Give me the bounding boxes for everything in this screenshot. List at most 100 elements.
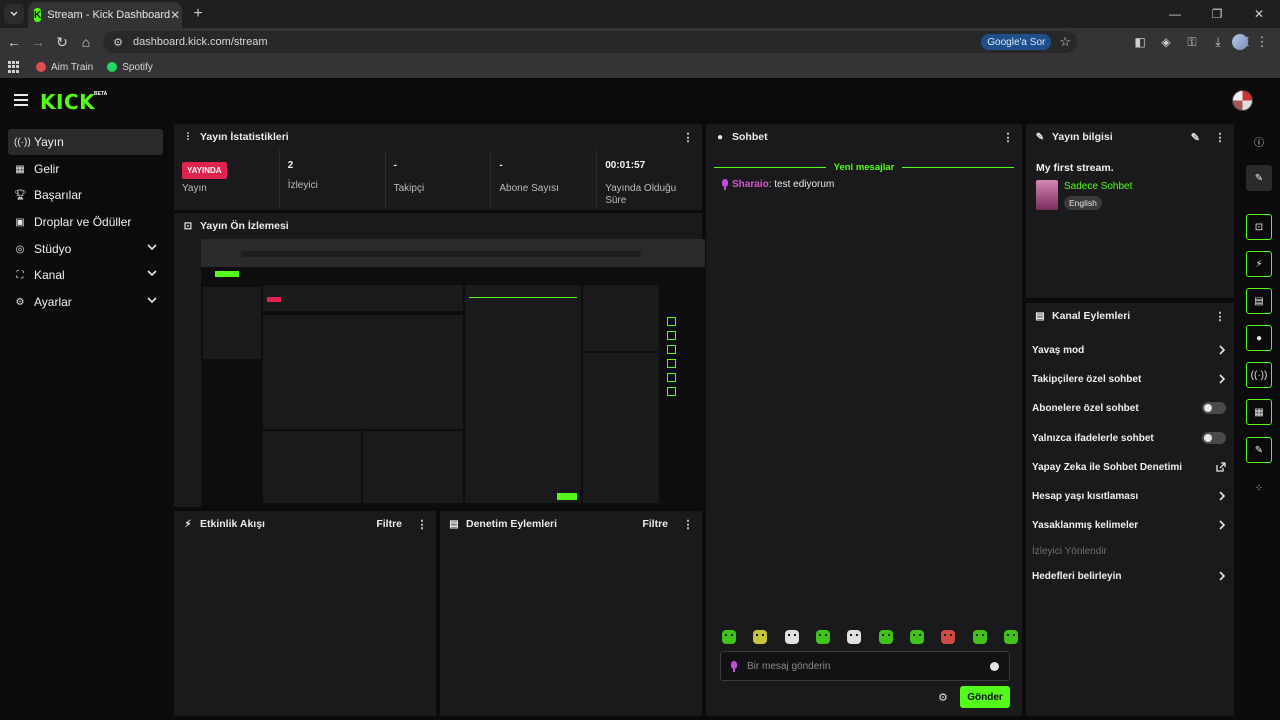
extensions-icon[interactable]: ◧ bbox=[1130, 32, 1150, 52]
more-options-icon[interactable]: ⋮ bbox=[1214, 131, 1226, 144]
user-avatar[interactable] bbox=[1232, 90, 1253, 111]
google-lens-chip[interactable]: Google'a Sor bbox=[981, 34, 1052, 50]
activity-widget-icon[interactable]: ⚡︎ bbox=[1246, 251, 1272, 277]
stream-info-panel: ✎ Yayın bilgisi ✎ ⋮ My first stream. Sad… bbox=[1026, 124, 1234, 298]
new-tab-button[interactable]: + bbox=[188, 4, 208, 24]
browser-menu-icon[interactable]: ⋮ bbox=[1252, 32, 1272, 52]
action-label: Yavaş mod bbox=[1032, 344, 1085, 356]
more-options-icon[interactable]: ⋮ bbox=[682, 518, 694, 531]
chevron-down-icon bbox=[147, 270, 157, 277]
chat-username[interactable]: Sharaio bbox=[732, 179, 769, 190]
sidebar-item-yayin[interactable]: ((·)) Yayın bbox=[8, 129, 163, 155]
subscribers-only-toggle[interactable] bbox=[1202, 402, 1226, 414]
emotes-only-toggle[interactable] bbox=[1202, 432, 1226, 444]
send-button[interactable]: Gönder bbox=[960, 686, 1010, 708]
chevron-right-icon bbox=[1219, 520, 1226, 530]
stat-viewers: 2 İzleyici bbox=[280, 150, 386, 208]
more-options-icon[interactable]: ⋮ bbox=[1214, 310, 1226, 323]
more-options-icon[interactable]: ⋮ bbox=[1002, 131, 1014, 144]
home-icon[interactable]: ⌂ bbox=[76, 32, 96, 52]
preview-url-bar bbox=[241, 251, 641, 257]
kick-favicon-icon: K bbox=[34, 8, 42, 22]
chat-input-box[interactable] bbox=[720, 651, 1010, 681]
site-info-icon[interactable]: ⚙ bbox=[111, 35, 125, 49]
sidebar-item-gelir[interactable]: ▦ Gelir bbox=[8, 156, 163, 182]
broadcast-widget-icon[interactable]: ((·)) bbox=[1246, 362, 1272, 388]
close-window-icon[interactable]: ✕ bbox=[1238, 0, 1280, 28]
emote-icon[interactable] bbox=[941, 630, 956, 644]
emote-icon[interactable] bbox=[878, 630, 893, 644]
action-account-age[interactable]: Hesap yaşı kısıtlaması bbox=[1032, 486, 1226, 506]
document-icon: ▤ bbox=[449, 518, 459, 530]
sidebar-item-kanal[interactable]: ⛶ Kanal bbox=[8, 262, 163, 288]
more-options-icon[interactable]: ⋮ bbox=[682, 131, 694, 144]
stream-category[interactable]: Sadece Sohbet bbox=[1064, 181, 1132, 192]
minimize-icon[interactable]: — bbox=[1154, 0, 1196, 28]
sidebar-item-studyo[interactable]: ◎ Stüdyo bbox=[8, 236, 163, 262]
emote-icon[interactable] bbox=[847, 630, 862, 644]
chat-settings-gear-icon[interactable]: ⚙ bbox=[938, 691, 948, 704]
edit-layout-icon[interactable]: ✎ bbox=[1246, 165, 1272, 191]
action-banned-words[interactable]: Yasaklanmış kelimeler bbox=[1032, 515, 1226, 535]
info-icon[interactable]: ⓘ bbox=[1246, 128, 1272, 154]
preview-widget-icon[interactable]: ⊡ bbox=[1246, 214, 1272, 240]
chat-widget-icon[interactable]: ● bbox=[1246, 325, 1272, 351]
sidebar-item-basarilar[interactable]: 🏆︎ Başarılar bbox=[8, 182, 163, 208]
channel-icon: ⛶ bbox=[16, 269, 24, 281]
download-icon[interactable]: ⤓ bbox=[1208, 32, 1228, 52]
mic-badge-icon bbox=[731, 660, 737, 672]
bookmark-aim-train[interactable]: Aim Train bbox=[36, 62, 93, 73]
stream-preview-video[interactable] bbox=[201, 239, 705, 507]
bookmark-label: Aim Train bbox=[51, 61, 94, 73]
apps-grid-icon[interactable] bbox=[8, 61, 20, 73]
action-followers-only[interactable]: Takipçilere özel sohbet bbox=[1032, 369, 1226, 389]
emote-icon[interactable] bbox=[784, 630, 799, 644]
mic-badge-icon bbox=[722, 179, 728, 190]
emote-icon[interactable] bbox=[1003, 630, 1018, 644]
wrench-widget-icon[interactable]: ✎ bbox=[1246, 437, 1272, 463]
chat-message-input[interactable] bbox=[747, 660, 990, 672]
browser-tab[interactable]: K Stream - Kick Dashboard ✕ bbox=[28, 2, 182, 28]
restore-icon[interactable]: ❐ bbox=[1196, 0, 1238, 28]
action-ai-moderation[interactable]: Yapay Zeka ile Sohbet Denetimi bbox=[1032, 457, 1226, 477]
emote-icon[interactable] bbox=[972, 630, 987, 644]
panel-title: Etkinlik Akışı bbox=[200, 518, 265, 530]
emoji-picker-icon[interactable] bbox=[990, 661, 999, 671]
more-widgets-icon[interactable]: ⁘ bbox=[1246, 475, 1272, 501]
more-options-icon[interactable]: ⋮ bbox=[416, 518, 428, 531]
browser-profile-avatar[interactable] bbox=[1232, 34, 1248, 50]
stat-label: İzleyici bbox=[287, 180, 318, 191]
bookmark-star-icon[interactable]: ☆ bbox=[1059, 34, 1071, 50]
emote-icon[interactable] bbox=[753, 630, 768, 644]
action-set-goals[interactable]: Hedefleri belirleyin bbox=[1032, 566, 1226, 586]
reload-icon[interactable]: ↻ bbox=[52, 32, 72, 52]
emote-icon[interactable] bbox=[815, 630, 830, 644]
back-icon[interactable]: ← bbox=[4, 32, 24, 52]
live-badge: YAYINDA bbox=[182, 162, 227, 179]
close-tab-icon[interactable]: ✕ bbox=[170, 8, 180, 22]
menu-icon[interactable] bbox=[14, 94, 28, 106]
emote-icon[interactable] bbox=[722, 630, 736, 644]
filter-button[interactable]: Filtre bbox=[642, 518, 668, 530]
chart-icon: ⫶ bbox=[186, 131, 190, 143]
kick-logo[interactable]: KICK bbox=[40, 90, 95, 114]
incognito-icon[interactable]: ◈ bbox=[1156, 32, 1176, 52]
language-tag: English bbox=[1064, 196, 1102, 210]
sidebar-item-label: Droplar ve Ödüller bbox=[34, 215, 132, 229]
preview-info bbox=[583, 285, 659, 351]
password-key-icon[interactable]: ⚿ bbox=[1182, 32, 1202, 52]
emote-icon[interactable] bbox=[909, 630, 924, 644]
tab-search-button[interactable] bbox=[4, 4, 24, 24]
preview-rail bbox=[667, 317, 676, 326]
address-bar[interactable]: ⚙ dashboard.kick.com/stream Google'a Sor… bbox=[103, 31, 1077, 53]
forward-icon[interactable]: → bbox=[28, 32, 48, 52]
filter-button[interactable]: Filtre bbox=[376, 518, 402, 530]
bookmark-spotify[interactable]: Spotify bbox=[107, 62, 153, 73]
moderation-widget-icon[interactable]: ▤ bbox=[1246, 288, 1272, 314]
stats-widget-icon[interactable]: ▦ bbox=[1246, 399, 1272, 425]
action-slow-mode[interactable]: Yavaş mod bbox=[1032, 340, 1226, 360]
sidebar-item-ayarlar[interactable]: ⚙ Ayarlar bbox=[8, 289, 163, 315]
preview-chat bbox=[465, 285, 581, 503]
edit-icon[interactable]: ✎ bbox=[1191, 131, 1200, 144]
sidebar-item-droplar[interactable]: ▣ Droplar ve Ödüller bbox=[8, 209, 163, 235]
